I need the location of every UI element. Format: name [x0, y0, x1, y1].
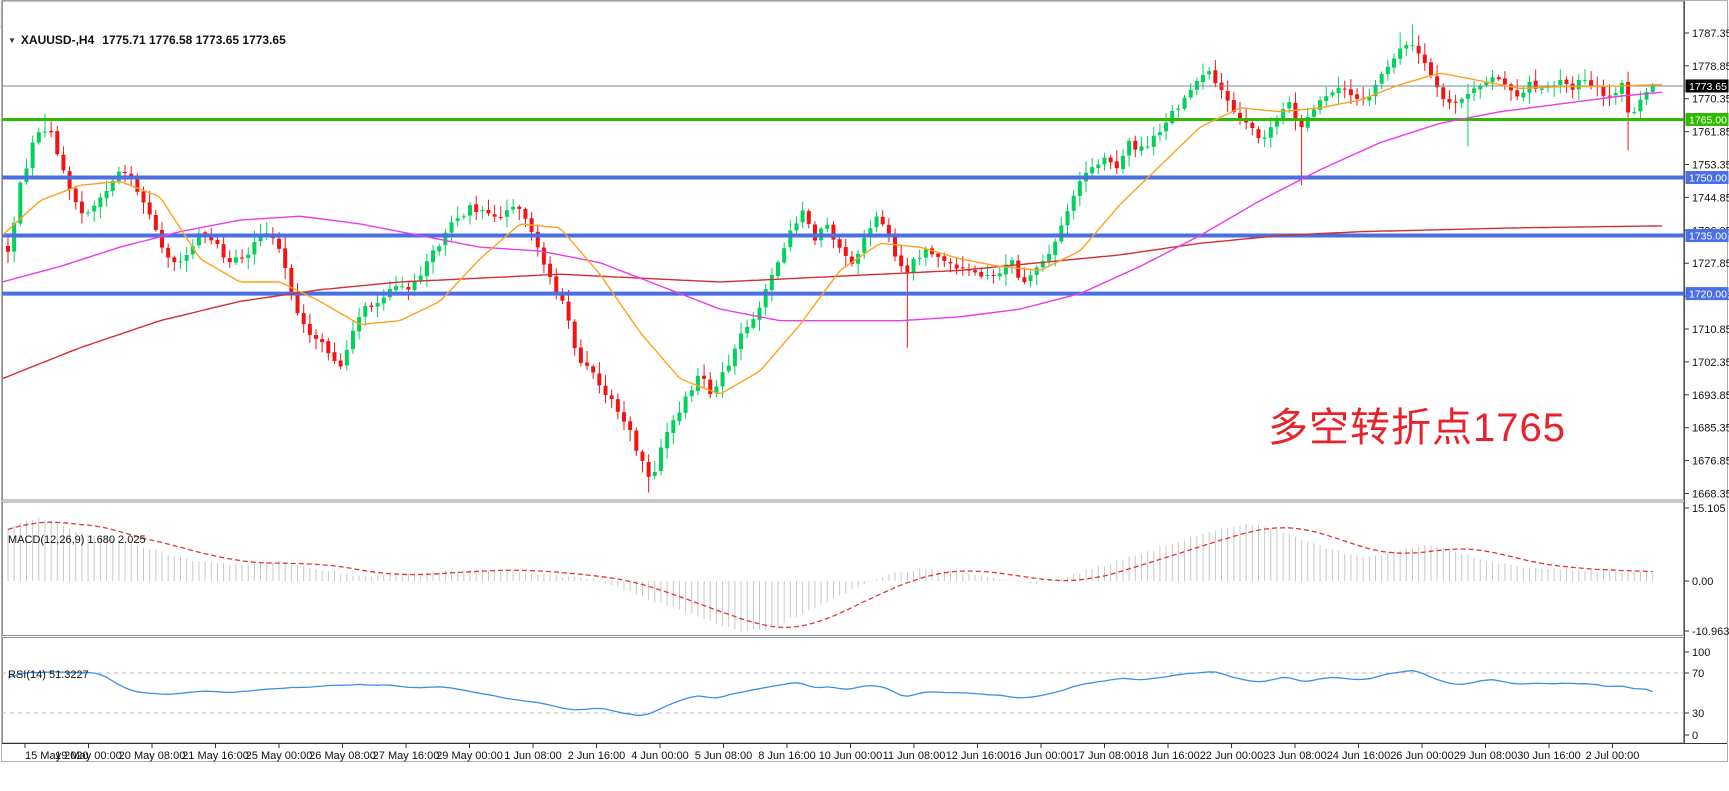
- svg-text:10 Jun 00:00: 10 Jun 00:00: [819, 750, 883, 762]
- svg-text:1753.35: 1753.35: [1692, 160, 1729, 172]
- svg-text:1685.35: 1685.35: [1692, 423, 1729, 435]
- svg-text:17 Jun 08:00: 17 Jun 08:00: [1073, 750, 1137, 762]
- svg-text:0: 0: [1692, 730, 1698, 742]
- svg-text:0.00: 0.00: [1692, 576, 1713, 588]
- panel-frames: [2, 1, 1728, 762]
- svg-text:23 Jun 08:00: 23 Jun 08:00: [1263, 750, 1327, 762]
- chart-dropdown-icon[interactable]: ▼: [8, 36, 16, 45]
- svg-text:27 May 16:00: 27 May 16:00: [373, 750, 440, 762]
- svg-text:1761.85: 1761.85: [1692, 127, 1729, 139]
- rsi-indicator-label: RSI(14) 51.3227: [8, 669, 89, 681]
- chart-ohlc-values: 1775.71 1776.58 1773.65 1773.65: [102, 33, 286, 47]
- svg-text:29 Jun 08:00: 29 Jun 08:00: [1454, 750, 1518, 762]
- svg-text:29 May 00:00: 29 May 00:00: [436, 750, 503, 762]
- svg-text:18 Jun 16:00: 18 Jun 16:00: [1136, 750, 1200, 762]
- svg-text:16 Jun 00:00: 16 Jun 00:00: [1009, 750, 1073, 762]
- svg-text:1765.00: 1765.00: [1689, 114, 1727, 126]
- svg-text:-10.963: -10.963: [1692, 626, 1729, 638]
- svg-text:12 Jun 16:00: 12 Jun 16:00: [946, 750, 1010, 762]
- svg-text:2 Jul 00:00: 2 Jul 00:00: [1586, 750, 1640, 762]
- svg-text:1773.65: 1773.65: [1689, 81, 1727, 93]
- svg-text:19 May 00:00: 19 May 00:00: [55, 750, 122, 762]
- svg-text:30: 30: [1692, 708, 1704, 720]
- svg-text:11 Jun 08:00: 11 Jun 08:00: [883, 750, 946, 762]
- chart-symbol-period: XAUUSD-,H4: [21, 33, 94, 47]
- svg-text:1702.35: 1702.35: [1692, 357, 1729, 369]
- svg-text:4 Jun 00:00: 4 Jun 00:00: [631, 750, 689, 762]
- svg-text:1710.85: 1710.85: [1692, 324, 1729, 336]
- svg-text:1668.35: 1668.35: [1692, 488, 1729, 500]
- svg-text:2 Jun 16:00: 2 Jun 16:00: [568, 750, 626, 762]
- svg-text:24 Jun 16:00: 24 Jun 16:00: [1327, 750, 1391, 762]
- svg-text:1676.85: 1676.85: [1692, 456, 1729, 468]
- svg-text:70: 70: [1692, 668, 1704, 680]
- svg-text:8 Jun 16:00: 8 Jun 16:00: [758, 750, 816, 762]
- mt4-window: { "toolbar": { "grid_letter": "F", "font…: [0, 0, 1729, 791]
- svg-text:1735.00: 1735.00: [1689, 231, 1727, 243]
- svg-text:1750.00: 1750.00: [1689, 173, 1727, 185]
- chart-annotation: 多空转折点1765: [1268, 395, 1566, 453]
- svg-text:21 May 16:00: 21 May 16:00: [182, 750, 249, 762]
- svg-text:22 Jun 00:00: 22 Jun 00:00: [1200, 750, 1264, 762]
- svg-text:1770.35: 1770.35: [1692, 94, 1729, 106]
- svg-text:5 Jun 08:00: 5 Jun 08:00: [695, 750, 753, 762]
- svg-text:30 Jun 16:00: 30 Jun 16:00: [1517, 750, 1581, 762]
- svg-text:1787.35: 1787.35: [1692, 28, 1729, 40]
- svg-text:1744.85: 1744.85: [1692, 192, 1729, 204]
- svg-text:1778.85: 1778.85: [1692, 61, 1729, 73]
- chart-canvas[interactable]: 1787.35 1778.85 1770.35 1761.85 1753.35 1744.…: [0, 0, 1729, 762]
- svg-text:1693.85: 1693.85: [1692, 390, 1729, 402]
- svg-text:15.105: 15.105: [1692, 503, 1726, 515]
- svg-text:100: 100: [1692, 647, 1710, 659]
- svg-text:1727.85: 1727.85: [1692, 258, 1729, 270]
- svg-text:1 Jun 08:00: 1 Jun 08:00: [504, 750, 562, 762]
- svg-text:25 May 00:00: 25 May 00:00: [246, 750, 313, 762]
- svg-text:20 May 08:00: 20 May 08:00: [119, 750, 186, 762]
- chart-ohlc-title: ▼ XAUUSD-,H4 1775.71 1776.58 1773.65 1773.…: [8, 33, 286, 47]
- svg-text:1720.00: 1720.00: [1689, 289, 1727, 301]
- svg-text:26 Jun 00:00: 26 Jun 00:00: [1390, 750, 1454, 762]
- macd-indicator-label: MACD(12,26,9) 1.680 2.025: [8, 534, 146, 546]
- svg-text:26 May 08:00: 26 May 08:00: [309, 750, 376, 762]
